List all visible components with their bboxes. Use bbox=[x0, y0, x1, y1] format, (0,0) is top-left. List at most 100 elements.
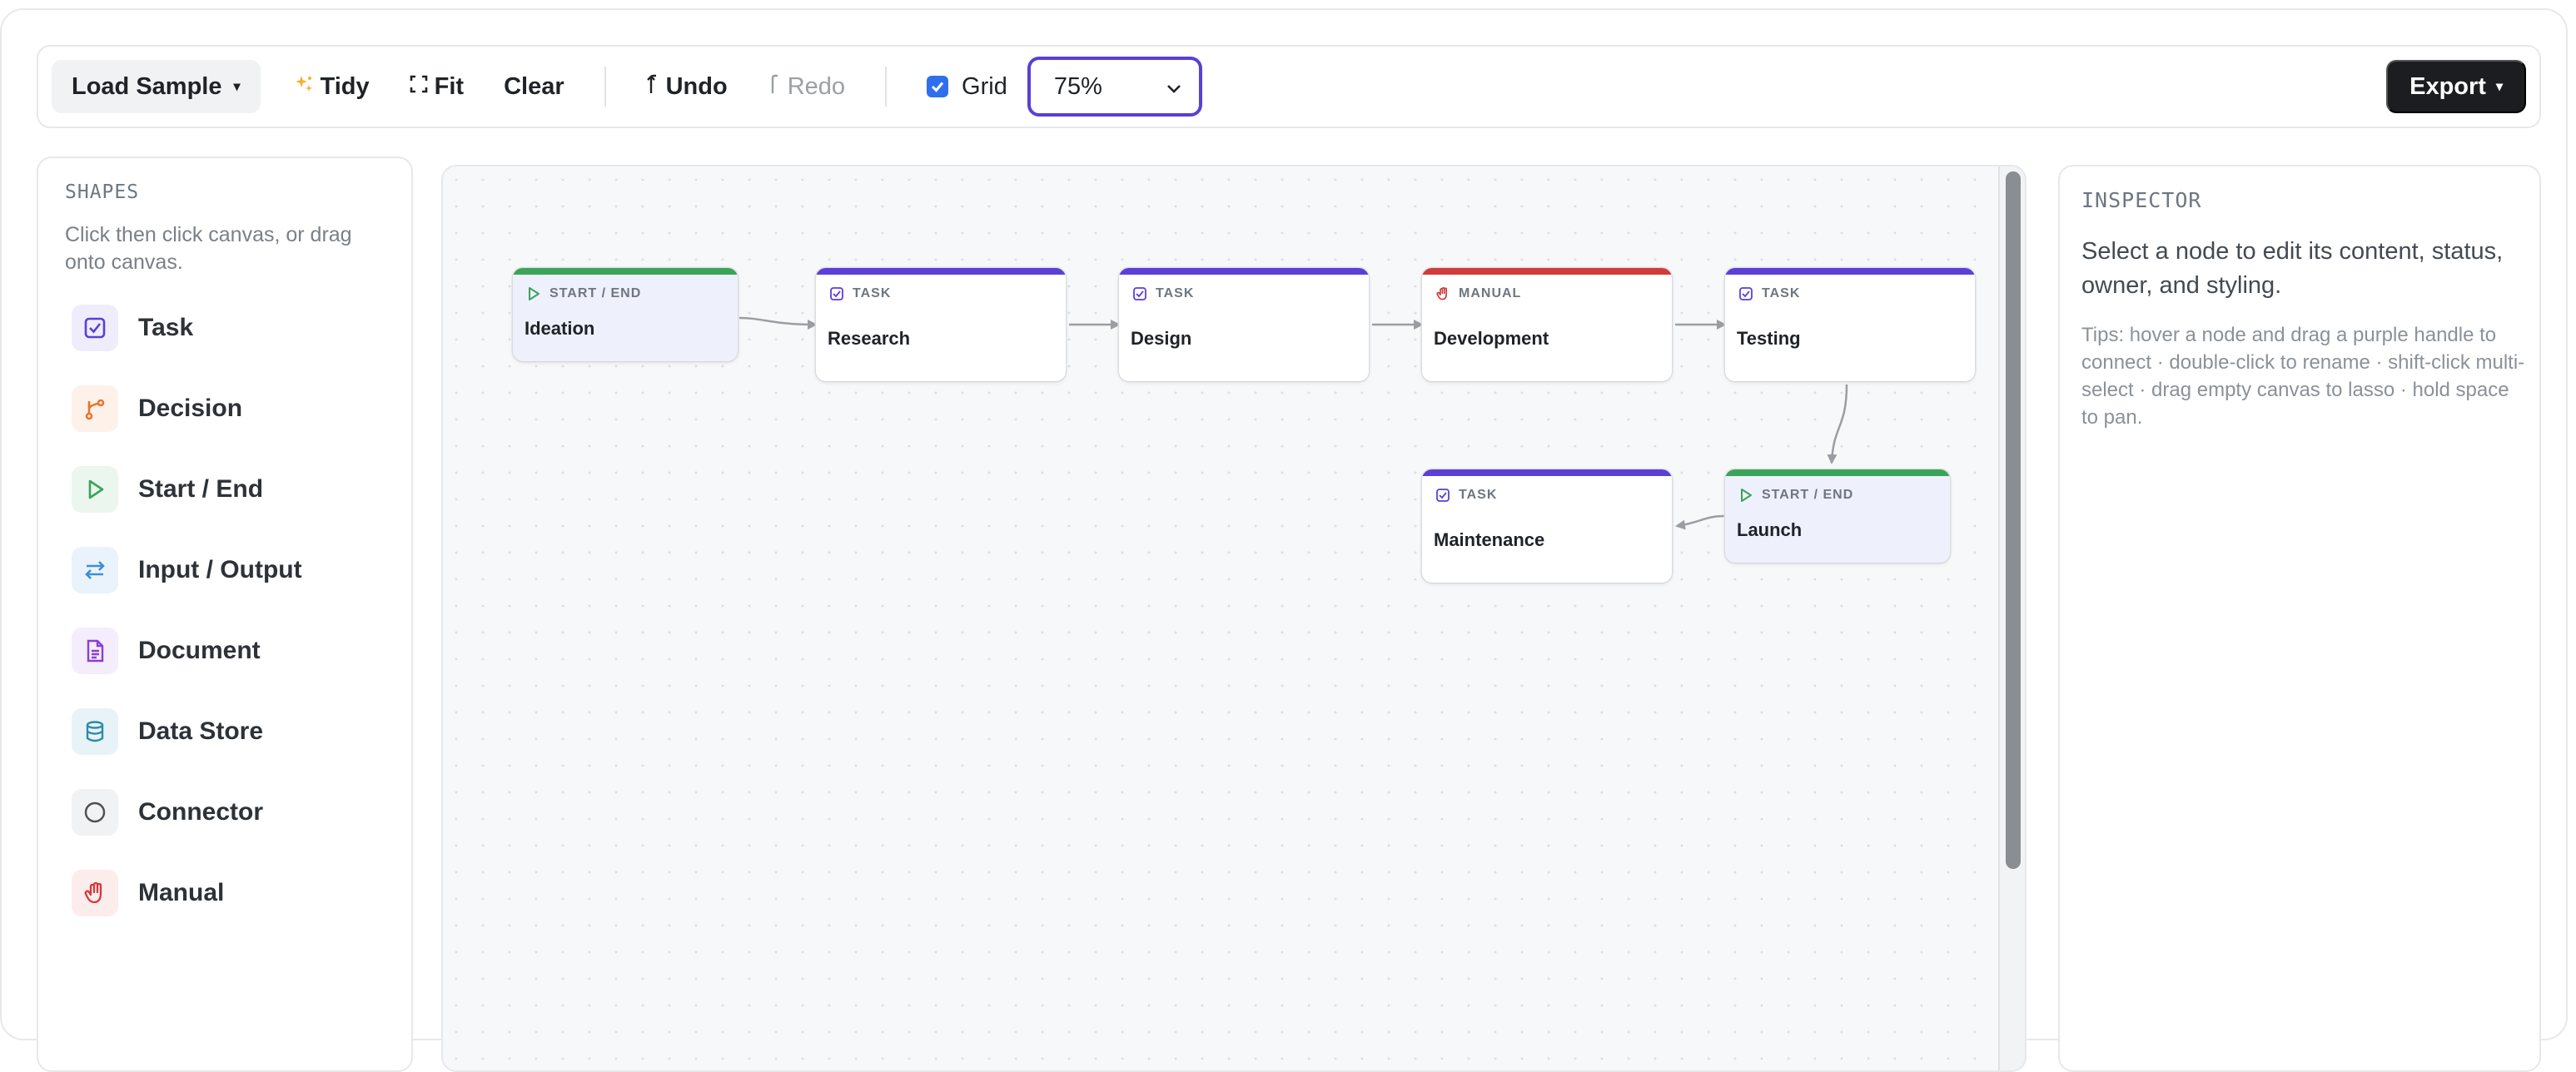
node-kind: START / END bbox=[526, 286, 641, 301]
node-kind-label: START / END bbox=[550, 286, 642, 300]
node-research[interactable]: TASK Research bbox=[816, 268, 1066, 381]
shape-item-task[interactable]: Task bbox=[72, 305, 302, 351]
shape-label: Task bbox=[138, 314, 194, 341]
flow-canvas[interactable]: START / END Ideation TASK Research TASK … bbox=[441, 165, 2026, 1072]
redo-icon bbox=[768, 73, 781, 101]
task-check-icon bbox=[1436, 489, 1450, 502]
node-maintenance[interactable]: TASK Maintenance bbox=[1422, 469, 1672, 583]
shape-label: Input / Output bbox=[138, 556, 302, 583]
inspector-tips: Tips: hover a node and drag a purple han… bbox=[2081, 324, 2525, 429]
node-kind: MANUAL bbox=[1435, 286, 1521, 301]
shape-item-start-end[interactable]: Start / End bbox=[72, 466, 302, 513]
shape-label: Data Store bbox=[138, 717, 264, 745]
node-title: Ideation bbox=[525, 318, 595, 339]
play-icon bbox=[72, 466, 118, 513]
node-kind-label: TASK bbox=[1459, 488, 1498, 502]
shape-label: Manual bbox=[138, 879, 225, 906]
shapes-panel: SHAPES Click then click canvas, or drag … bbox=[37, 156, 413, 1072]
load-sample-button[interactable]: Load Sample ▾ bbox=[52, 60, 261, 113]
load-sample-label: Load Sample bbox=[72, 72, 222, 100]
shape-label: Decision bbox=[138, 395, 243, 422]
node-status-bar bbox=[1119, 268, 1369, 275]
shape-item-manual[interactable]: Manual bbox=[72, 870, 302, 916]
tidy-button[interactable]: Tidy bbox=[274, 60, 390, 113]
redo-button[interactable]: Redo bbox=[748, 60, 865, 113]
edge-ideation-research[interactable] bbox=[738, 316, 818, 330]
node-design[interactable]: TASK Design bbox=[1119, 268, 1369, 381]
edge-launch-maintenance[interactable] bbox=[1675, 514, 1726, 530]
hand-icon bbox=[1436, 286, 1448, 300]
task-check-icon bbox=[1133, 287, 1146, 300]
undo-button[interactable]: Undo bbox=[626, 60, 748, 113]
clear-button[interactable]: Clear bbox=[484, 60, 584, 113]
node-status-bar bbox=[1422, 469, 1672, 476]
node-status-bar bbox=[1422, 268, 1672, 275]
toolbar-divider bbox=[885, 67, 888, 107]
node-launch[interactable]: START / END Launch bbox=[1725, 469, 1950, 563]
chevron-down-icon: ▾ bbox=[233, 80, 241, 94]
inspector-panel: INSPECTOR Select a node to edit its cont… bbox=[2058, 165, 2541, 1072]
task-check-icon bbox=[830, 287, 843, 300]
fit-label: Fit bbox=[434, 72, 465, 100]
grid-toggle[interactable]: Grid bbox=[907, 73, 1027, 101]
node-title: Design bbox=[1131, 328, 1192, 349]
shape-item-data-store[interactable]: Data Store bbox=[72, 708, 302, 755]
play-icon bbox=[529, 287, 540, 300]
inspector-heading: INSPECTOR bbox=[2081, 188, 2202, 212]
node-kind: TASK bbox=[1738, 286, 1800, 301]
grid-checkbox[interactable] bbox=[927, 76, 949, 97]
export-button[interactable]: Export ▾ bbox=[2386, 60, 2526, 113]
node-development[interactable]: MANUAL Development bbox=[1422, 268, 1672, 381]
shape-item-input-output[interactable]: Input / Output bbox=[72, 547, 302, 593]
shape-item-decision[interactable]: Decision bbox=[72, 385, 302, 432]
scrollbar-thumb[interactable] bbox=[2006, 171, 2021, 869]
shape-label: Connector bbox=[138, 798, 263, 826]
circle-icon bbox=[72, 789, 118, 836]
node-kind: TASK bbox=[1435, 488, 1497, 503]
shape-list: Task Decision Start / End Input / Output bbox=[72, 305, 302, 950]
document-icon bbox=[72, 628, 118, 674]
database-icon bbox=[72, 708, 118, 755]
node-title: Maintenance bbox=[1434, 529, 1545, 550]
shape-item-connector[interactable]: Connector bbox=[72, 789, 302, 836]
toolbar: Load Sample ▾ Tidy Fit Clear Undo Redo G… bbox=[37, 45, 2541, 128]
node-kind-label: TASK bbox=[1156, 286, 1195, 300]
node-title: Testing bbox=[1737, 328, 1801, 349]
shape-item-document[interactable]: Document bbox=[72, 628, 302, 674]
node-status-bar bbox=[1725, 268, 1975, 275]
play-icon bbox=[1741, 489, 1752, 502]
node-testing[interactable]: TASK Testing bbox=[1725, 268, 1975, 381]
undo-icon bbox=[646, 73, 659, 101]
branch-icon bbox=[72, 385, 118, 432]
node-ideation[interactable]: START / END Ideation bbox=[513, 268, 738, 361]
node-status-bar bbox=[513, 268, 738, 275]
node-title: Research bbox=[828, 328, 911, 349]
inspector-message: Select a node to edit its content, statu… bbox=[2081, 238, 2504, 299]
node-status-bar bbox=[1725, 469, 1950, 476]
zoom-value: 75% bbox=[1053, 72, 1102, 100]
node-status-bar bbox=[816, 268, 1066, 275]
node-kind-label: START / END bbox=[1762, 488, 1854, 502]
export-label: Export bbox=[2409, 72, 2486, 100]
shapes-heading: SHAPES bbox=[65, 181, 140, 203]
swap-arrows-icon bbox=[72, 547, 118, 593]
shape-label: Document bbox=[138, 637, 261, 664]
undo-label: Undo bbox=[665, 72, 728, 100]
chevron-down-icon: ▾ bbox=[2495, 80, 2503, 94]
app-window: Load Sample ▾ Tidy Fit Clear Undo Redo G… bbox=[0, 8, 2568, 1072]
node-kind-label: TASK bbox=[853, 286, 892, 300]
canvas-scrollbar[interactable] bbox=[1998, 166, 2025, 1070]
fit-button[interactable]: Fit bbox=[390, 60, 484, 113]
node-kind: TASK bbox=[1132, 286, 1194, 301]
tidy-label: Tidy bbox=[320, 72, 370, 100]
shapes-hint: Click then click canvas, or drag onto ca… bbox=[65, 223, 352, 274]
task-check-icon bbox=[1739, 287, 1753, 300]
node-kind-label: TASK bbox=[1762, 286, 1801, 300]
sparkles-icon bbox=[294, 74, 314, 100]
edge-testing-launch[interactable] bbox=[1827, 384, 1848, 464]
hand-icon bbox=[72, 870, 118, 916]
clear-label: Clear bbox=[504, 72, 564, 100]
node-title: Development bbox=[1434, 328, 1549, 349]
node-kind-label: MANUAL bbox=[1459, 286, 1522, 300]
zoom-select[interactable]: 75% bbox=[1027, 57, 1202, 117]
